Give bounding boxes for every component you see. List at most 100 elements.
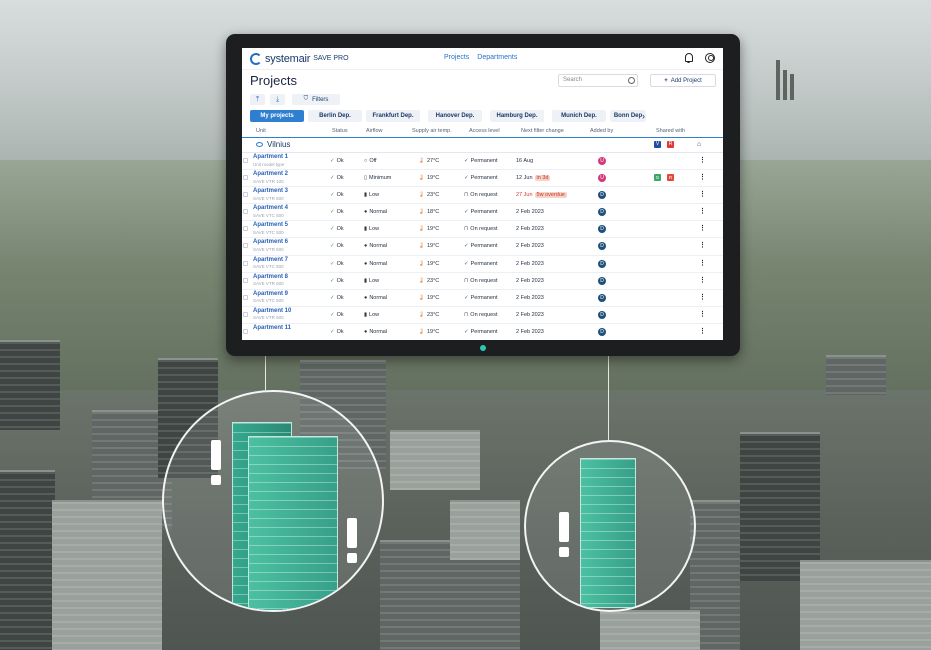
access-text: Permanent [470,158,498,164]
table-row[interactable]: Apartment 10 SAVE VTR 500 ✓ Ok ▮ Low 🌡 23°C ⊓ On … [242,307,723,324]
airflow-cell: ● Normal [364,243,387,249]
table-row[interactable]: Apartment 1 Unit model type ✓ Ok ○ Off 🌡 27°C ✓ P… [242,153,723,171]
more-icon[interactable]: ⋮ [699,207,706,215]
row-checkbox[interactable] [243,192,248,198]
filter-cell: 16 Aug [516,158,533,164]
table-row[interactable]: Apartment 9 SAVE VTC 500 ✓ Ok ● Normal 🌡 19°C ✓ P… [242,290,723,307]
tab-hanover[interactable]: Hanover Dep. [428,110,482,122]
table-row[interactable]: Apartment 7 SAVE VTC 500 ✓ Ok ● Normal 🌡 19°C ✓ P… [242,256,723,273]
row-checkbox[interactable] [243,311,248,317]
nav-projects[interactable]: Projects [444,54,469,61]
thermometer-icon: 🌡 [418,260,425,267]
more-icon[interactable]: ⋮ [699,310,706,318]
download-icon[interactable]: ⤓ [270,94,285,105]
unit-name[interactable]: Apartment 11 [253,325,291,331]
more-icon[interactable]: ⋮ [699,293,706,301]
airflow-text: Normal [369,243,388,250]
unit-name[interactable]: Apartment 2 [253,171,288,177]
row-checkbox[interactable] [243,209,248,215]
temp-cell: 🌡 19°C [418,261,439,267]
table-row[interactable]: Apartment 2 SAVE VTR 100 ✓ Ok ▯ Minimum 🌡 19°C ✓… [242,170,723,188]
row-checkbox[interactable] [243,226,248,232]
group-row[interactable]: Vilnius V R ⌂ [242,138,723,153]
row-checkbox[interactable] [243,243,248,249]
check-icon: ✓ [330,226,335,233]
access-text: On request [470,226,498,233]
filter-icon: ⛉ [303,96,309,102]
col-shared-with[interactable]: Shared with [656,128,685,134]
user-icon[interactable] [705,53,715,63]
eye-icon[interactable] [256,142,263,147]
building-highlight-circle [524,440,696,612]
chevron-right-icon[interactable]: › [642,111,645,121]
add-project-button[interactable]: + Add Project [650,74,716,87]
unit-name[interactable]: Apartment 1 [253,154,288,160]
col-access-level[interactable]: Access level [469,128,500,134]
shared-tag: R [667,174,674,182]
table-row[interactable]: Apartment 6 SAVE VTR 500 ✓ Ok ● Normal 🌡 19°C ✓ P… [242,238,723,256]
row-checkbox[interactable] [243,260,248,266]
unit-name[interactable]: Apartment 8 [253,274,288,280]
brand-name: systemair [265,52,311,65]
upload-icon[interactable]: ⤒ [250,94,265,105]
tab-munich[interactable]: Munich Dep. [552,110,606,122]
avatar: D [598,225,606,234]
avatar: U [598,157,606,165]
col-status[interactable]: Status [332,128,348,134]
more-icon[interactable]: ⋮ [699,259,706,267]
filter-cell: 2 Feb 2023 [516,329,544,335]
more-icon[interactable]: ⋮ [699,241,706,249]
unit-name[interactable]: Apartment 6 [253,239,288,245]
access-cell: ✓ Permanent [464,243,498,249]
tab-hamburg[interactable]: Hamburg Dep. [490,110,544,122]
table-row[interactable]: Apartment 3 SAVE VTR 500 ✓ Ok ▮ Low 🌡 23°C ⊓ On r… [242,187,723,205]
row-checkbox[interactable] [243,175,248,181]
col-airflow[interactable]: Airflow [366,128,383,134]
check-icon: ✓ [464,328,469,335]
tab-berlin[interactable]: Berlin Dep. [308,110,362,122]
tab-frankfurt[interactable]: Frankfurt Dep. [366,110,420,122]
unit-name[interactable]: Apartment 9 [253,291,288,297]
house-icon[interactable]: ⌂ [697,141,701,148]
more-icon[interactable]: ⋮ [699,224,706,232]
bell-icon[interactable] [684,53,693,63]
search-input[interactable]: Search [558,74,638,87]
row-checkbox[interactable] [243,328,248,334]
more-icon[interactable]: ⋮ [699,173,706,181]
status-text: Ok [336,226,344,233]
unit-name[interactable]: Apartment 4 [253,205,288,211]
col-next-filter-change[interactable]: Next filter change [521,128,564,134]
more-icon[interactable]: ⋮ [699,327,706,335]
filter-date: 2 Feb 2023 [516,243,544,250]
more-icon[interactable]: ⋮ [699,156,706,164]
tab-my-projects[interactable]: My projects [250,110,304,122]
table-row[interactable]: Apartment 11 ✓ Ok ● Normal 🌡 19°C ✓ Permanent 2 F… [242,324,723,340]
unit-name[interactable]: Apartment 10 [253,308,291,314]
temp-cell: 🌡 19°C [418,329,439,335]
row-checkbox[interactable] [243,277,248,283]
unit-name[interactable]: Apartment 7 [253,257,288,263]
table-row[interactable]: Apartment 4 SAVE VTC 500 ✓ Ok ● Normal 🌡 18°C ✓ P… [242,204,723,222]
more-icon[interactable]: ⋮ [699,276,706,284]
tab-bonn[interactable]: Bonn Dep [610,110,646,122]
temp-text: 19°C [426,294,440,301]
status-cell: ✓ Ok [330,243,344,249]
col-supply-air-temp[interactable]: Supply air temp. [412,128,452,134]
temp-cell: 🌡 23°C [418,278,439,284]
row-checkbox[interactable] [243,294,248,300]
filters-button[interactable]: ⛉ Filters [292,94,340,105]
search-icon[interactable] [628,77,635,84]
nav-departments[interactable]: Departments [477,54,517,61]
row-checkbox[interactable] [243,158,248,163]
more-icon[interactable]: ⋮ [699,190,706,198]
unit-name[interactable]: Apartment 3 [253,188,288,194]
filter-date: 12 Jun [516,175,533,182]
thermometer-icon: 🌡 [418,294,425,301]
col-added-by[interactable]: Added by [590,128,613,134]
building [52,500,162,650]
col-unit[interactable]: Unit [256,128,266,134]
table-row[interactable]: Apartment 5 SAVE VTC 500 ✓ Ok ▮ Low 🌡 19°C ⊓ On r… [242,221,723,239]
unit-name[interactable]: Apartment 5 [253,222,288,228]
status-cell: ✓ Ok [330,209,344,215]
table-row[interactable]: Apartment 8 SAVE VTR 500 ✓ Ok ▮ Low 🌡 23°C ⊓ On r… [242,273,723,290]
